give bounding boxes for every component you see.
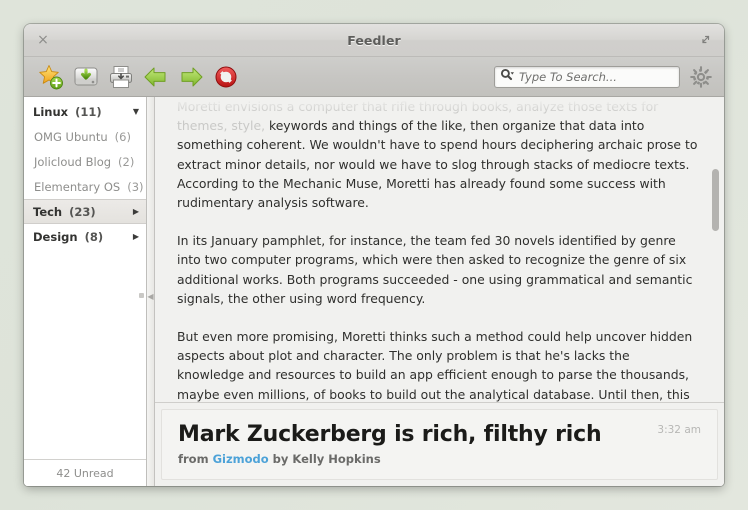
feed-count: (23) [69,204,96,219]
article-scroll-area[interactable]: Moretti envisions a computer that rifle … [155,97,724,402]
close-icon[interactable]: × [35,32,51,48]
chevron-right-icon[interactable]: ▶ [133,232,139,241]
add-feed-button[interactable] [34,60,67,93]
pane-divider[interactable]: ◀ [139,97,155,486]
article-paragraph: But even more promising, Moretti thinks … [177,329,693,402]
sidebar-item-elementary-os[interactable]: Elementary OS (3) [24,174,146,199]
titlebar: × Feedler [24,24,724,57]
feed-label: Linux [33,104,69,119]
next-article-meta: from Gizmodo by Kelly Hopkins [178,452,701,466]
feed-label: Jolicloud Blog [34,154,112,169]
meta-source-link[interactable]: Gizmodo [213,452,269,466]
download-button[interactable] [69,60,102,93]
article-paragraph: Moretti envisions a computer that rifle … [177,97,698,212]
divider-grip[interactable] [139,293,144,298]
meta-from-label: from [178,452,213,466]
feed-count: (2) [118,154,135,169]
chevron-right-icon[interactable]: ▶ [133,207,139,216]
maximize-icon[interactable] [698,32,714,48]
sidebar-item-jolicloud-blog[interactable]: Jolicloud Blog (2) [24,149,146,174]
sidebar: Linux (11) ▼ OMG Ubuntu (6) Jolicloud Bl… [24,97,147,486]
search-icon[interactable] [500,67,515,86]
feed-label: Design [33,229,78,244]
article-body: Moretti envisions a computer that rifle … [177,97,698,402]
main-area: Linux (11) ▼ OMG Ubuntu (6) Jolicloud Bl… [24,97,724,486]
next-article-section[interactable]: Mark Zuckerberg is rich, filthy rich fro… [155,402,724,486]
feed-label: Tech [33,204,63,219]
plus-badge [49,76,63,89]
toolbar [24,57,724,97]
vertical-scrollbar[interactable] [711,99,720,400]
print-button[interactable] [104,60,137,93]
feed-label: Elementary OS [34,179,121,194]
feed-label: OMG Ubuntu [34,129,108,144]
feed-count: (11) [75,104,102,119]
app-window: × Feedler Type To Search... Linux (11) ▼… [24,24,724,486]
window-title: Feedler [347,32,401,48]
unread-status: 42 Unread [24,459,146,486]
chevron-down-icon[interactable]: ▼ [133,107,139,116]
feed-count: (6) [114,129,131,144]
sidebar-item-omg-ubuntu[interactable]: OMG Ubuntu (6) [24,124,146,149]
feed-count: (3) [127,179,144,194]
forward-button[interactable] [174,60,207,93]
stop-button[interactable] [209,60,242,93]
meta-author: by Kelly Hopkins [268,452,381,466]
back-button[interactable] [139,60,172,93]
sidebar-item-tech[interactable]: Tech (23) ▶ [24,199,146,224]
next-article-title[interactable]: Mark Zuckerberg is rich, filthy rich [178,422,701,448]
feed-list: Linux (11) ▼ OMG Ubuntu (6) Jolicloud Bl… [24,97,146,459]
search-input[interactable] [515,69,674,84]
settings-button[interactable] [688,64,714,90]
article-pane: Moretti envisions a computer that rifle … [155,97,724,486]
scrollbar-thumb[interactable] [712,169,719,231]
sidebar-item-design[interactable]: Design (8) ▶ [24,224,146,249]
collapse-sidebar-icon[interactable]: ◀ [147,290,154,304]
next-article-card[interactable]: Mark Zuckerberg is rich, filthy rich fro… [161,409,718,480]
next-article-timestamp: 3:32 am [657,424,701,436]
search-field[interactable] [494,65,680,88]
sidebar-item-linux[interactable]: Linux (11) ▼ [24,99,146,124]
feed-count: (8) [84,229,104,244]
article-paragraph: In its January pamphlet, for instance, t… [177,233,693,306]
